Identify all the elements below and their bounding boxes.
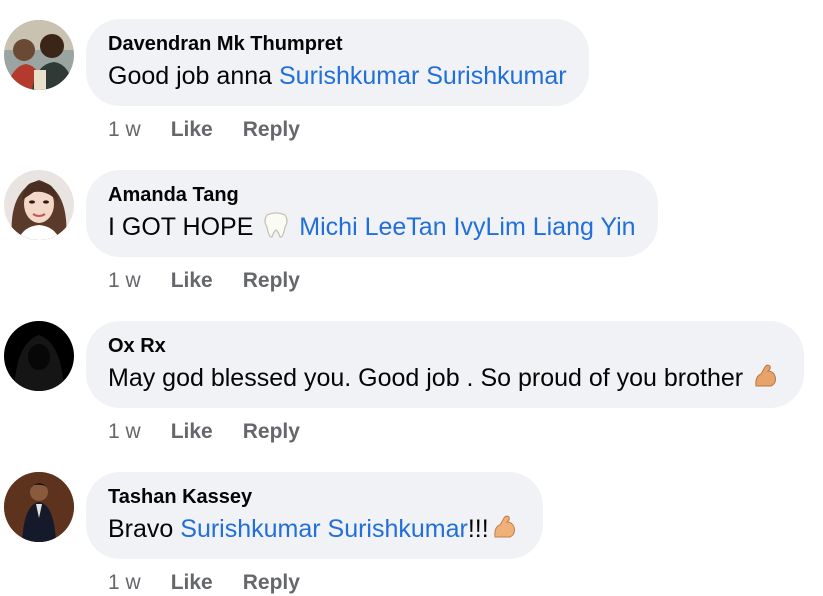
comment-text: I GOT HOPE Michi LeeTan IvyLim Liang Yin bbox=[108, 211, 636, 247]
reply-button[interactable]: Reply bbox=[243, 118, 300, 141]
comment-timestamp[interactable]: 1 w bbox=[108, 118, 141, 141]
flexed-biceps-icon bbox=[492, 513, 518, 549]
comment-actions: 1 w Like Reply bbox=[108, 419, 330, 445]
comment-bubble: Tashan Kassey Bravo Surishkumar Surishku… bbox=[86, 472, 543, 559]
comment-actions: 1 w Like Reply bbox=[108, 117, 330, 143]
comment-text-part: I GOT HOPE bbox=[108, 213, 261, 241]
reply-button[interactable]: Reply bbox=[243, 420, 300, 443]
comment-text-part: !!! bbox=[467, 515, 489, 543]
reply-button[interactable]: Reply bbox=[243, 571, 300, 594]
like-button[interactable]: Like bbox=[171, 571, 213, 594]
comment-text: Bravo Surishkumar Surishkumar!!! bbox=[108, 513, 521, 549]
comment-actions: 1 w Like Reply bbox=[108, 268, 330, 294]
comment-text-part: May god blessed you. Good job . So proud… bbox=[108, 364, 751, 392]
comment-text: Good job anna Surishkumar Surishkumar bbox=[108, 60, 567, 92]
comment-actions: 1 w Like Reply bbox=[108, 570, 330, 596]
comment-bubble: Ox Rx May god blessed you. Good job . So… bbox=[86, 321, 805, 408]
comment-timestamp[interactable]: 1 w bbox=[108, 571, 141, 594]
comment-text-part: Bravo bbox=[108, 515, 181, 543]
like-button[interactable]: Like bbox=[171, 118, 213, 141]
comment-author[interactable]: Ox Rx bbox=[108, 334, 782, 358]
comment-author[interactable]: Tashan Kassey bbox=[108, 485, 521, 509]
comment-text-part: Good job anna bbox=[108, 62, 279, 90]
comment-text: May god blessed you. Good job . So proud… bbox=[108, 362, 782, 398]
tooth-icon bbox=[263, 211, 289, 247]
avatar[interactable] bbox=[4, 170, 74, 240]
comment-author[interactable]: Davendran Mk Thumpret bbox=[108, 32, 567, 56]
avatar[interactable] bbox=[4, 472, 74, 542]
mention-link[interactable]: Surishkumar Surishkumar bbox=[180, 515, 468, 543]
avatar[interactable] bbox=[4, 321, 74, 391]
comment-author[interactable]: Amanda Tang bbox=[108, 183, 636, 207]
comment-bubble: Davendran Mk Thumpret Good job anna Suri… bbox=[86, 19, 589, 106]
comment-timestamp[interactable]: 1 w bbox=[108, 269, 141, 292]
comment-bubble: Amanda Tang I GOT HOPE Michi LeeTan IvyL… bbox=[86, 170, 658, 257]
flexed-biceps-icon bbox=[753, 362, 779, 398]
comment-timestamp[interactable]: 1 w bbox=[108, 420, 141, 443]
like-button[interactable]: Like bbox=[171, 269, 213, 292]
reply-button[interactable]: Reply bbox=[243, 269, 300, 292]
mention-link[interactable]: Michi LeeTan IvyLim Liang Yin bbox=[292, 213, 635, 241]
mention-link[interactable]: Surishkumar Surishkumar bbox=[279, 62, 567, 90]
avatar[interactable] bbox=[4, 20, 74, 90]
like-button[interactable]: Like bbox=[171, 420, 213, 443]
